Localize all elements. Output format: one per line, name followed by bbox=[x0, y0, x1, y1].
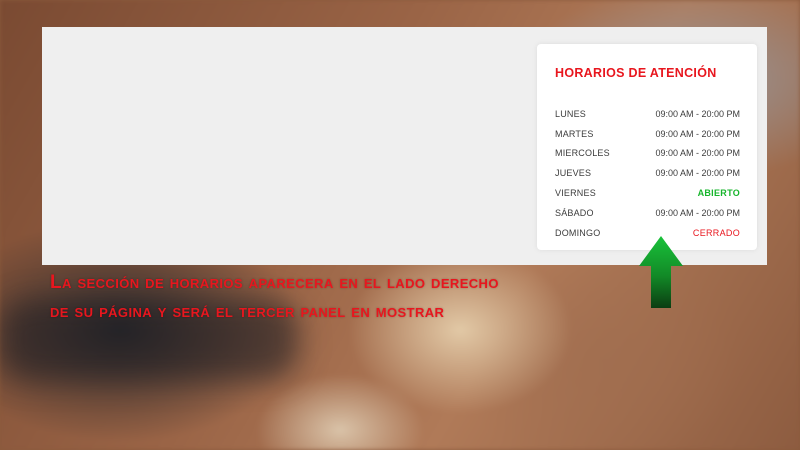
hours-row-saturday: SÁBADO 09:00 AM - 20:00 PM bbox=[555, 203, 740, 223]
hours-value: 09:00 AM - 20:00 PM bbox=[655, 108, 740, 119]
day-label: DOMINGO bbox=[555, 227, 601, 238]
day-label: MARTES bbox=[555, 128, 594, 139]
opening-hours-title: HORARIOS DE ATENCIÓN bbox=[555, 66, 717, 80]
day-label: SÁBADO bbox=[555, 207, 594, 218]
hours-row-thursday: JUEVES 09:00 AM - 20:00 PM bbox=[555, 163, 740, 183]
day-label: MIERCOLES bbox=[555, 148, 610, 159]
day-label: LUNES bbox=[555, 108, 587, 119]
hours-row-wednesday: MIERCOLES 09:00 AM - 20:00 PM bbox=[555, 144, 740, 164]
opening-hours-panel: HORARIOS DE ATENCIÓN LUNES 09:00 AM - 20… bbox=[537, 44, 757, 250]
day-label: VIERNES bbox=[555, 188, 596, 199]
hours-value: 09:00 AM - 20:00 PM bbox=[655, 128, 740, 139]
status-closed-label: CERRADO bbox=[692, 227, 740, 238]
hours-value: 09:00 AM - 20:00 PM bbox=[655, 148, 740, 159]
hours-value: 09:00 AM - 20:00 PM bbox=[655, 207, 740, 218]
caption-line-2: de su página y será el tercer panel en m… bbox=[50, 301, 445, 322]
hours-row-tuesday: MARTES 09:00 AM - 20:00 PM bbox=[555, 124, 740, 144]
instruction-caption: La sección de horarios aparecera en el l… bbox=[50, 268, 499, 326]
hours-row-friday: VIERNES ABIERTO bbox=[555, 183, 740, 203]
status-open-label: ABIERTO bbox=[697, 188, 740, 199]
day-label: JUEVES bbox=[555, 168, 592, 179]
hours-row-monday: LUNES 09:00 AM - 20:00 PM bbox=[555, 104, 740, 124]
hours-value: 09:00 AM - 20:00 PM bbox=[655, 168, 740, 179]
caption-line-1: La sección de horarios aparecera en el l… bbox=[50, 272, 499, 293]
arrow-up-icon bbox=[639, 236, 683, 308]
